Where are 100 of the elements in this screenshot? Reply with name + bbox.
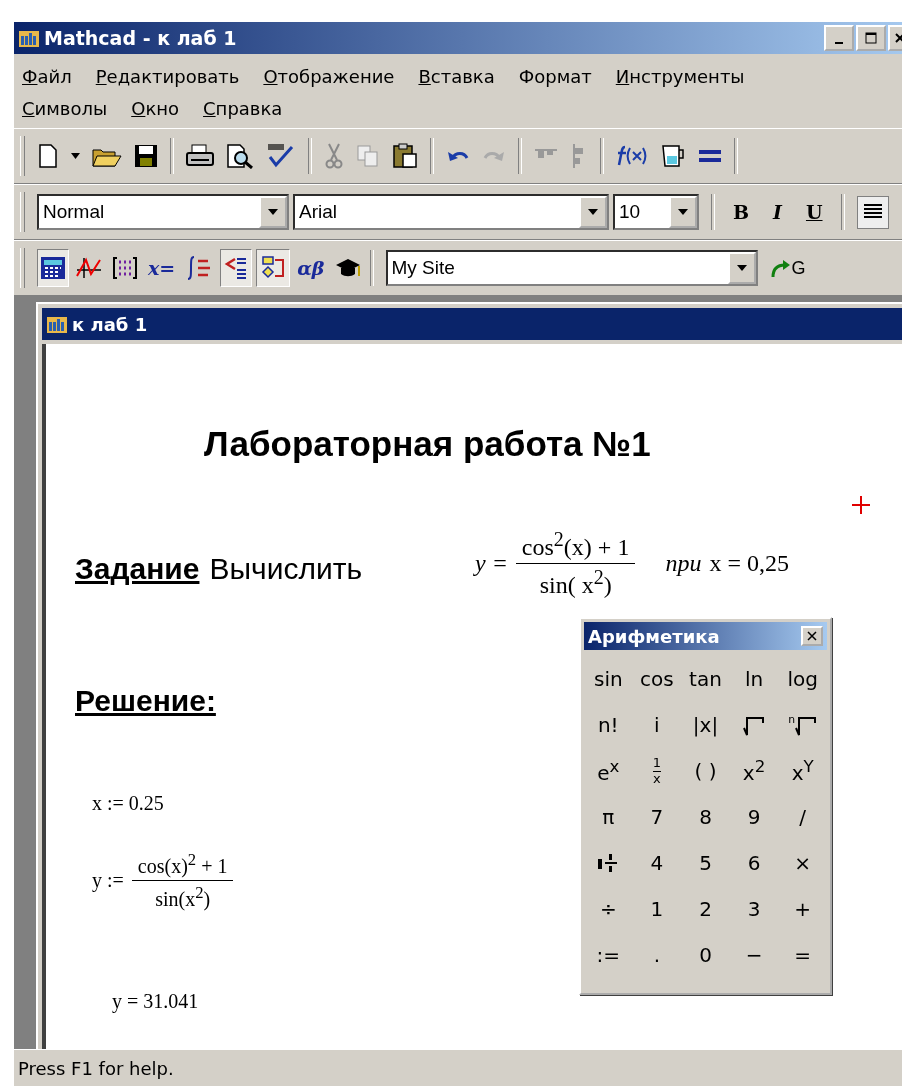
palette-button[interactable]: x$^{2}$ bbox=[729, 748, 779, 794]
status-text: Press F1 for help. bbox=[18, 1057, 174, 1079]
palette-button[interactable]: 4 bbox=[632, 840, 682, 886]
print-icon[interactable] bbox=[186, 144, 214, 168]
nroot-button[interactable]: n bbox=[778, 702, 827, 748]
palette-button[interactable]: = bbox=[778, 932, 827, 978]
menu-item[interactable]: Редактировать bbox=[95, 65, 240, 87]
font-size-dropdown[interactable]: 10 bbox=[613, 194, 699, 230]
calculator-icon bbox=[40, 256, 66, 280]
address-dropdown[interactable]: My Site bbox=[385, 250, 758, 286]
palette-button[interactable]: × bbox=[778, 840, 827, 886]
menu-item[interactable]: Справка bbox=[203, 97, 283, 119]
align-button[interactable] bbox=[856, 195, 889, 229]
dropdown-arrow-icon[interactable] bbox=[71, 153, 80, 159]
dropdown-arrow-icon bbox=[268, 209, 278, 215]
fraction: cos(x)$^{2}$ + 1 sin(x$^{2}$) bbox=[131, 850, 234, 911]
format-button[interactable]: B bbox=[727, 201, 756, 223]
palette-button[interactable]: := bbox=[584, 932, 633, 978]
justify-icon bbox=[863, 202, 882, 219]
evaluation-toolbar-button[interactable]: x= bbox=[145, 249, 179, 287]
programming-toolbar-button[interactable] bbox=[256, 249, 291, 287]
palette-button[interactable]: |x| bbox=[681, 702, 730, 748]
task-text: Вычислить bbox=[209, 552, 363, 586]
palette-button[interactable]: 7 bbox=[632, 794, 682, 840]
menu-item[interactable]: Отображение bbox=[263, 65, 395, 87]
heading: Лабораторная работа №1 bbox=[204, 424, 651, 464]
style-dropdown[interactable]: Normal bbox=[37, 194, 289, 230]
palette-button[interactable]: log bbox=[778, 656, 827, 702]
close-icon bbox=[806, 630, 818, 642]
app-icon bbox=[18, 28, 40, 48]
new-document-icon[interactable] bbox=[37, 143, 59, 169]
function-icon[interactable] bbox=[616, 145, 648, 167]
palette-button[interactable]: + bbox=[778, 886, 827, 932]
menu-item[interactable]: Окно bbox=[131, 97, 180, 119]
format-button[interactable]: U bbox=[799, 201, 829, 223]
palette-button[interactable]: ÷ bbox=[584, 886, 633, 932]
arrow-icon bbox=[769, 257, 792, 279]
units-icon[interactable] bbox=[660, 144, 686, 168]
palette-button[interactable]: ( ) bbox=[681, 748, 730, 794]
condition-word: при bbox=[665, 550, 702, 577]
menu-item[interactable]: Инструменты bbox=[615, 65, 745, 87]
palette-button[interactable]: tan bbox=[681, 656, 730, 702]
boolean-toolbar-button[interactable] bbox=[220, 249, 253, 287]
palette-button[interactable]: 3 bbox=[729, 886, 779, 932]
document-icon bbox=[46, 314, 68, 334]
dropdown-arrow-icon bbox=[678, 209, 688, 215]
format-button[interactable]: I bbox=[767, 201, 788, 223]
task-label: Задание bbox=[75, 552, 200, 586]
graph-icon bbox=[76, 256, 102, 280]
palette-button[interactable]: 2 bbox=[681, 886, 730, 932]
paste-icon[interactable] bbox=[392, 143, 418, 169]
palette-button[interactable]: 5 bbox=[681, 840, 730, 886]
menu-item[interactable]: Вставка bbox=[418, 65, 495, 87]
palette-button[interactable]: 8 bbox=[681, 794, 730, 840]
calculator-toolbar-button[interactable] bbox=[37, 249, 69, 287]
equals-icon[interactable] bbox=[698, 149, 722, 163]
graduation-cap-icon bbox=[334, 257, 363, 279]
save-icon[interactable] bbox=[134, 144, 158, 168]
condition: x = 0,25 bbox=[709, 550, 789, 577]
maximize-button[interactable] bbox=[856, 25, 886, 51]
menu-item[interactable]: Формат bbox=[518, 65, 592, 87]
math-expression: x := 0.25 bbox=[92, 792, 164, 815]
font-dropdown[interactable]: Arial bbox=[293, 194, 609, 230]
math-variable: y := bbox=[92, 868, 124, 892]
palette-title: Арифметика bbox=[588, 625, 720, 647]
palette-button[interactable]: π bbox=[584, 794, 633, 840]
palette-button[interactable]: sin bbox=[584, 656, 633, 702]
dropdown-arrow-icon bbox=[588, 209, 598, 215]
minimize-button[interactable] bbox=[824, 25, 854, 51]
spell-check-icon[interactable] bbox=[266, 143, 296, 169]
formula-variable: y = bbox=[475, 550, 508, 577]
palette-button[interactable]: − bbox=[729, 932, 779, 978]
math-result: y = 31.041 bbox=[112, 990, 199, 1013]
dropdown-arrow-icon bbox=[736, 265, 747, 271]
fraction: cos$^{2}$(x) + 1 sin( x$^{2}$) bbox=[515, 528, 636, 599]
menu-item[interactable]: Символы bbox=[22, 97, 108, 119]
palette-button[interactable]: ln bbox=[729, 656, 779, 702]
palette-button[interactable]: / bbox=[778, 794, 827, 840]
palette-button[interactable]: e$^{x}$ bbox=[584, 748, 633, 794]
matrix-icon bbox=[112, 256, 138, 280]
palette-button[interactable]: 9 bbox=[729, 794, 779, 840]
fraction-button[interactable]: 1 x bbox=[632, 748, 682, 794]
document-title: к лаб 1 bbox=[72, 313, 148, 335]
crosshair-cursor-icon bbox=[852, 496, 870, 514]
palette-button[interactable]: i bbox=[632, 702, 682, 748]
window-title: Mathcad - к лаб 1 bbox=[44, 27, 238, 49]
palette-button[interactable]: x$^{Y}$ bbox=[778, 748, 827, 794]
go-button[interactable]: G bbox=[769, 257, 806, 279]
maximize-icon bbox=[864, 31, 878, 45]
print-preview-icon[interactable] bbox=[226, 143, 254, 169]
palette-button[interactable]: n! bbox=[584, 702, 633, 748]
menu-item[interactable]: Файл bbox=[22, 65, 72, 87]
palette-button[interactable]: 0 bbox=[681, 932, 730, 978]
palette-button[interactable]: . bbox=[632, 932, 682, 978]
palette-button[interactable]: 6 bbox=[729, 840, 779, 886]
greek-toolbar-button[interactable]: αβ bbox=[294, 249, 328, 287]
solution-label: Решение: bbox=[75, 684, 216, 718]
palette-button[interactable]: 1 bbox=[632, 886, 682, 932]
close-button[interactable] bbox=[801, 626, 823, 646]
palette-button[interactable]: cos bbox=[632, 656, 682, 702]
